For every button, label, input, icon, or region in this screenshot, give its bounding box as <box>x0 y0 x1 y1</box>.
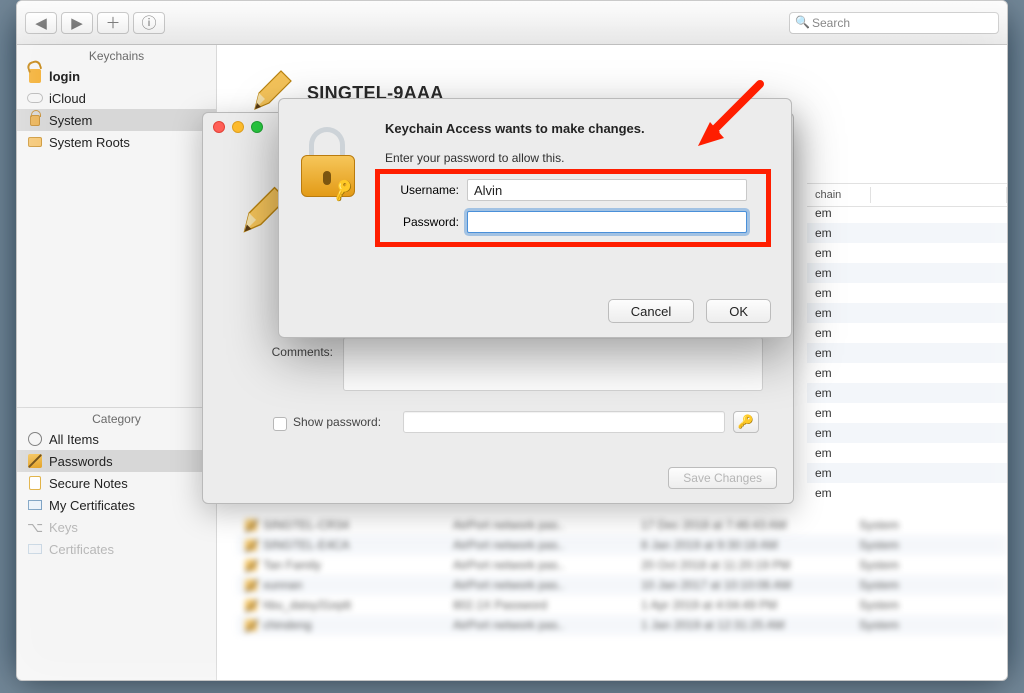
back-button[interactable]: ◀ <box>25 12 57 34</box>
passwords-icon <box>245 619 257 631</box>
keychains-header: Keychains <box>17 45 216 65</box>
category-passwords[interactable]: Passwords <box>17 450 216 472</box>
passwords-icon <box>245 539 257 551</box>
passwords-icon <box>245 599 257 611</box>
lock-icon: 🔑 <box>301 129 363 197</box>
table-row[interactable]: em <box>807 363 1007 383</box>
password-label: Password: <box>385 215 459 229</box>
passwords-icon <box>245 519 257 531</box>
category-header: Category <box>17 408 216 428</box>
passwords-icon <box>27 453 43 469</box>
sidebar-item-login[interactable]: login <box>17 65 216 87</box>
compass-icon <box>27 431 43 447</box>
close-icon[interactable] <box>213 121 225 133</box>
sidebar-item-label: System <box>49 113 92 128</box>
save-changes-button[interactable]: Save Changes <box>668 467 777 489</box>
list-item[interactable]: SINGTEL-CR34 AirPort network pas.. 17 De… <box>237 515 1007 535</box>
table-row[interactable]: em <box>807 383 1007 403</box>
list-item[interactable]: hbu_daisy31eptt 802.1X Password 1 Apr 20… <box>237 595 1007 615</box>
certificate-icon <box>27 497 43 513</box>
cancel-button[interactable]: Cancel <box>608 299 694 323</box>
category-label: Passwords <box>49 454 113 469</box>
sidebar-item-icloud[interactable]: iCloud <box>17 87 216 109</box>
category-my-certificates[interactable]: My Certificates <box>17 494 216 516</box>
category-label: All Items <box>49 432 99 447</box>
list-item[interactable]: chindeng AirPort network pas.. 1 Jan 201… <box>237 615 1007 635</box>
certificate-icon <box>27 541 43 557</box>
category-all-items[interactable]: All Items <box>17 428 216 450</box>
column-spacer <box>871 187 1007 203</box>
username-field[interactable]: Alvin <box>467 179 747 201</box>
table-row[interactable]: em <box>807 303 1007 323</box>
unlocked-icon <box>27 68 43 84</box>
toolbar: ◀ ▶ ＋ ⓘ 🔍 <box>17 1 1007 45</box>
table-row[interactable]: em <box>807 203 1007 223</box>
column-keychain[interactable]: chain <box>807 187 871 203</box>
comments-field[interactable] <box>343 337 763 391</box>
info-button[interactable]: ⓘ <box>133 12 165 34</box>
cloud-icon <box>27 90 43 106</box>
dialog-subtitle: Enter your password to allow this. <box>385 151 564 165</box>
lock-icon <box>27 112 43 128</box>
sidebar: Keychains login iCloud System System Roo… <box>17 45 217 680</box>
table-row[interactable]: em <box>807 343 1007 363</box>
key-icon: ⌥ <box>27 519 43 535</box>
zoom-icon[interactable] <box>251 121 263 133</box>
table-row[interactable]: em <box>807 483 1007 503</box>
category-label: Secure Notes <box>49 476 128 491</box>
username-label: Username: <box>385 183 459 197</box>
table-row[interactable]: em <box>807 423 1007 443</box>
show-password-label: Show password: <box>293 415 403 429</box>
forward-button[interactable]: ▶ <box>61 12 93 34</box>
list-item[interactable]: SINGTEL-E4CA AirPort network pas.. 8 Jan… <box>237 535 1007 555</box>
auth-dialog: 🔑 Keychain Access wants to make changes.… <box>278 98 792 338</box>
table-row[interactable]: em <box>807 403 1007 423</box>
dialog-title: Keychain Access wants to make changes. <box>385 121 645 136</box>
traffic-lights <box>213 121 263 133</box>
category-label: Keys <box>49 520 78 535</box>
category-label: My Certificates <box>49 498 135 513</box>
category-secure-notes[interactable]: Secure Notes <box>17 472 216 494</box>
ok-button[interactable]: OK <box>706 299 771 323</box>
sidebar-item-label: System Roots <box>49 135 130 150</box>
table-row[interactable]: em <box>807 443 1007 463</box>
folder-icon <box>27 134 43 150</box>
minimize-icon[interactable] <box>232 121 244 133</box>
add-button[interactable]: ＋ <box>97 12 129 34</box>
passwords-icon <box>245 579 257 591</box>
list-item[interactable]: Tan Family AirPort network pas.. 20 Oct … <box>237 555 1007 575</box>
category-keys[interactable]: ⌥ Keys <box>17 516 216 538</box>
sidebar-item-system[interactable]: System <box>17 109 216 131</box>
category-certificates[interactable]: Certificates <box>17 538 216 560</box>
table-row[interactable]: em <box>807 323 1007 343</box>
show-password-field[interactable] <box>403 411 725 433</box>
sidebar-item-label: login <box>49 69 80 84</box>
table-row[interactable]: em <box>807 223 1007 243</box>
password-field[interactable] <box>467 211 747 233</box>
table-row[interactable]: em <box>807 263 1007 283</box>
secure-note-icon <box>27 475 43 491</box>
show-password-checkbox[interactable] <box>273 415 287 433</box>
category-label: Certificates <box>49 542 114 557</box>
search-icon: 🔍 <box>795 15 810 29</box>
table-row[interactable]: em <box>807 243 1007 263</box>
table-row[interactable]: em <box>807 463 1007 483</box>
table-row[interactable]: em <box>807 283 1007 303</box>
list-item[interactable]: xunnan AirPort network pas.. 10 Jan 2017… <box>237 575 1007 595</box>
sidebar-item-label: iCloud <box>49 91 86 106</box>
search-input[interactable] <box>789 12 999 34</box>
reveal-password-button[interactable]: 🔑 <box>733 411 759 433</box>
comments-label: Comments: <box>263 345 333 359</box>
passwords-icon <box>245 559 257 571</box>
search-wrap: 🔍 <box>789 12 999 34</box>
sidebar-item-system-roots[interactable]: System Roots <box>17 131 216 153</box>
